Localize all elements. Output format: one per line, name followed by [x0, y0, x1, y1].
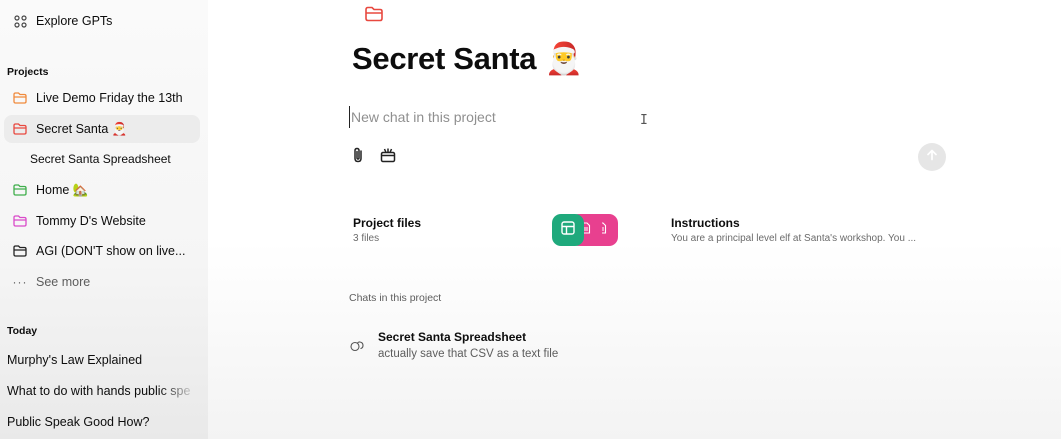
grid-icon	[4, 14, 36, 28]
project-item-secret-santa[interactable]: Secret Santa 🎅	[4, 115, 200, 143]
attach-button[interactable]	[348, 147, 368, 167]
folder-icon	[4, 245, 36, 257]
paperclip-icon	[351, 146, 365, 169]
projects-heading: Projects	[7, 66, 49, 78]
chat-preview: actually save that CSV as a text file	[378, 348, 559, 360]
project-label: Live Demo Friday the 13th	[36, 91, 183, 105]
project-label: AGI (DON'T show on live...	[36, 244, 186, 258]
new-chat-input[interactable]	[349, 106, 809, 128]
tools-icon	[379, 146, 397, 169]
folder-icon	[4, 215, 36, 227]
page-title: Secret Santa 🎅	[352, 41, 583, 76]
dots-icon: ···	[12, 275, 28, 289]
subchat-label: Secret Santa Spreadsheet	[30, 152, 171, 166]
project-item-tommy-website[interactable]: Tommy D's Website	[4, 207, 200, 235]
chats-section-heading: Chats in this project	[349, 292, 442, 304]
history-item[interactable]: Public Speak Good How?	[7, 415, 197, 429]
folder-icon	[4, 184, 36, 196]
project-item-agi[interactable]: AGI (DON'T show on live...	[4, 237, 200, 265]
project-chat-row[interactable]: Secret Santa Spreadsheet actually save t…	[344, 326, 944, 368]
see-more-item[interactable]: ··· See more	[4, 268, 200, 296]
explore-gpts-label: Explore GPTs	[36, 14, 113, 28]
chat-title: Secret Santa Spreadsheet	[378, 330, 527, 344]
project-main: Secret Santa 🎅 I Project files 3 files	[208, 0, 1061, 439]
project-label: Tommy D's Website	[36, 214, 146, 228]
explore-gpts-item[interactable]: Explore GPTs	[4, 7, 200, 35]
project-folder-icon	[356, 0, 392, 22]
spreadsheet-icon	[560, 220, 576, 241]
see-more-label: See more	[36, 275, 91, 289]
today-heading: Today	[7, 325, 38, 337]
project-item-live-demo[interactable]: Live Demo Friday the 13th	[4, 84, 200, 112]
spreadsheet-file-chip	[552, 214, 584, 246]
tools-button[interactable]	[378, 147, 398, 167]
history-item[interactable]: Murphy's Law Explained	[7, 353, 197, 367]
folder-icon	[4, 92, 36, 104]
project-label: Home 🏡	[36, 182, 89, 197]
instructions-label: Instructions	[671, 216, 740, 230]
history-item[interactable]: What to do with hands public spe	[7, 384, 197, 398]
project-files-count: 3 files	[353, 233, 380, 244]
send-arrow-icon	[926, 148, 938, 166]
project-label: Secret Santa 🎅	[36, 121, 128, 136]
instructions-preview: You are a principal level elf at Santa's…	[671, 233, 917, 244]
project-files-label: Project files	[353, 216, 422, 230]
chat-bubbles-icon	[350, 339, 364, 357]
project-item-home[interactable]: Home 🏡	[4, 176, 200, 204]
text-cursor-icon: I	[640, 113, 648, 128]
folder-icon	[4, 123, 36, 135]
sidebar: Explore GPTs Projects Live Demo Friday t…	[0, 0, 208, 439]
project-subchat-secret-santa-spreadsheet[interactable]: Secret Santa Spreadsheet	[30, 145, 200, 173]
send-button[interactable]	[918, 143, 946, 171]
